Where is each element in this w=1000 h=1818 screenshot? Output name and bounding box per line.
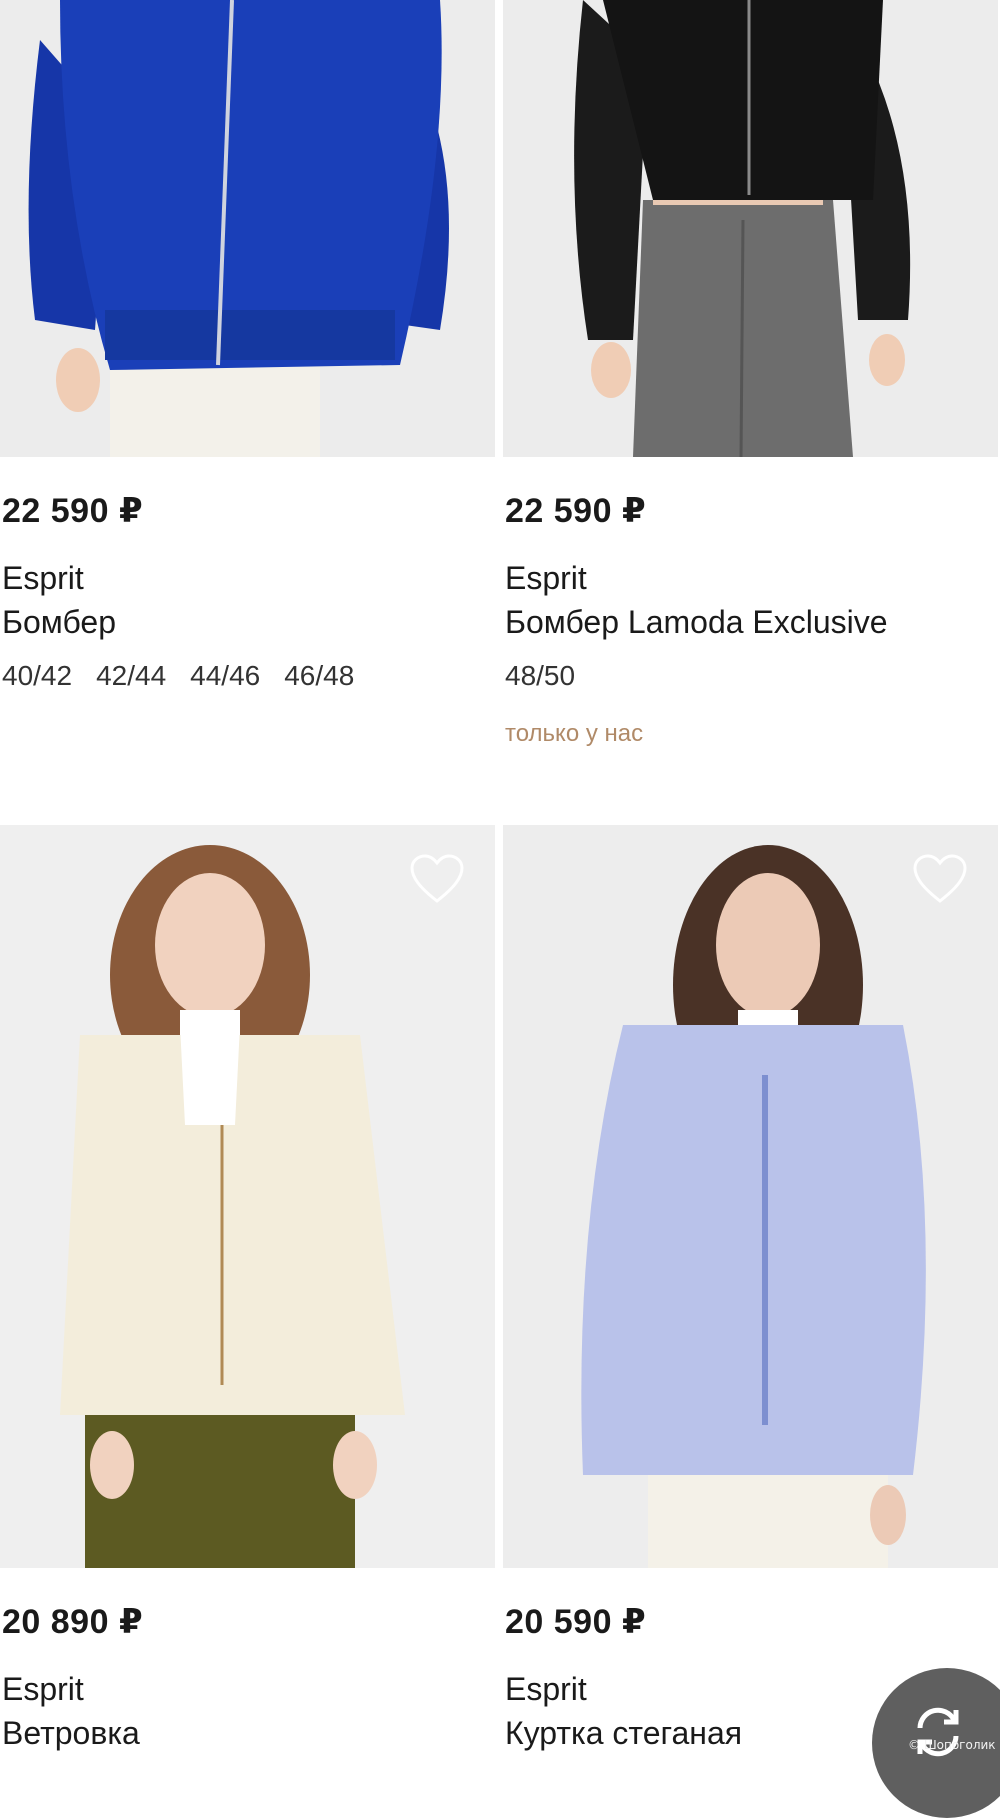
heart-outline-icon[interactable] <box>409 853 465 905</box>
product-price: 20 890 ₽ <box>2 1603 144 1641</box>
product-brand: Esprit <box>2 1671 84 1707</box>
product-brand: Esprit <box>2 560 84 596</box>
product-photo[interactable] <box>0 0 495 457</box>
size-list: 40/42 42/44 44/46 46/48 <box>2 660 495 692</box>
product-price: 20 590 ₽ <box>505 1603 647 1641</box>
size-option[interactable]: 40/42 <box>2 660 72 692</box>
exclusive-tag: только у нас <box>505 719 644 747</box>
product-photo[interactable] <box>0 825 495 1568</box>
size-option[interactable]: 42/44 <box>96 660 166 692</box>
product-price: 22 590 ₽ <box>2 492 144 530</box>
size-option[interactable]: 44/46 <box>190 660 260 692</box>
product-card-3[interactable]: 20 890 ₽ Esprit Ветровка <box>0 825 495 1751</box>
size-option[interactable]: 46/48 <box>284 660 354 692</box>
product-card-4[interactable]: 20 590 ₽ Esprit Куртка стеганая <box>503 825 998 1751</box>
product-photo[interactable] <box>503 0 998 457</box>
product-photo[interactable] <box>503 825 998 1568</box>
watermark-text: © Шопоголик <box>908 1738 996 1752</box>
product-card-1[interactable]: 22 590 ₽ Esprit Бомбер 40/42 42/44 44/46… <box>0 0 495 692</box>
product-name: Бомбер Lamoda Exclusive <box>505 604 888 640</box>
product-price: 22 590 ₽ <box>505 492 647 530</box>
product-name: Ветровка <box>2 1715 140 1751</box>
size-option[interactable]: 48/50 <box>505 660 575 692</box>
refresh-icon <box>917 1707 959 1757</box>
product-brand: Esprit <box>505 560 587 596</box>
size-list: 48/50 <box>505 660 998 692</box>
product-card-2[interactable]: 22 590 ₽ Esprit Бомбер Lamoda Exclusive … <box>503 0 998 748</box>
heart-outline-icon[interactable] <box>912 853 968 905</box>
product-name: Бомбер <box>2 604 116 640</box>
